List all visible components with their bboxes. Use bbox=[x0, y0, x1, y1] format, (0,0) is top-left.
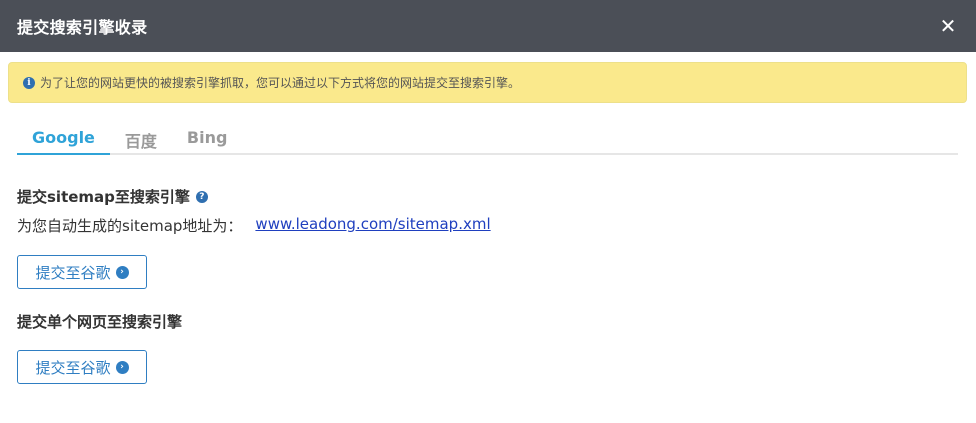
tab-bing[interactable]: Bing bbox=[172, 123, 243, 153]
notice-banner: i 为了让您的网站更快的被搜索引擎抓取，您可以通过以下方式将您的网站提交至搜索引… bbox=[8, 62, 967, 103]
dialog-header: 提交搜索引擎收录 ✕ bbox=[0, 0, 976, 52]
submit-sitemap-google-label: 提交至谷歌 bbox=[35, 263, 111, 282]
chevron-right-circle-icon: › bbox=[115, 265, 129, 279]
info-icon: i bbox=[23, 76, 35, 89]
tab-google[interactable]: Google bbox=[17, 123, 110, 155]
chevron-right-circle-icon: › bbox=[115, 360, 129, 374]
sitemap-description: 为您自动生成的sitemap地址为： www.leadong.com/sitem… bbox=[17, 215, 491, 236]
question-icon[interactable]: ? bbox=[195, 190, 208, 203]
submit-page-google-button[interactable]: 提交至谷歌 › bbox=[17, 350, 147, 384]
submit-page-google-label: 提交至谷歌 bbox=[35, 358, 111, 377]
sitemap-section-title-text: 提交sitemap至搜索引擎 bbox=[17, 188, 190, 206]
sitemap-url-link[interactable]: www.leadong.com/sitemap.xml bbox=[255, 215, 490, 236]
search-engine-tabs: Google 百度 Bing bbox=[17, 123, 958, 155]
tab-baidu[interactable]: 百度 bbox=[110, 123, 172, 153]
sitemap-desc-label: 为您自动生成的sitemap地址为： bbox=[17, 217, 243, 235]
submit-search-engine-dialog: 提交搜索引擎收录 ✕ i 为了让您的网站更快的被搜索引擎抓取，您可以通过以下方式… bbox=[0, 0, 976, 423]
single-page-section-title-text: 提交单个网页至搜索引擎 bbox=[17, 313, 183, 331]
sitemap-section-title: 提交sitemap至搜索引擎 ? bbox=[17, 186, 208, 207]
dialog-title: 提交搜索引擎收录 bbox=[17, 18, 148, 37]
notice-text: 为了让您的网站更快的被搜索引擎抓取，您可以通过以下方式将您的网站提交至搜索引擎。 bbox=[40, 76, 521, 90]
submit-sitemap-google-button[interactable]: 提交至谷歌 › bbox=[17, 255, 147, 289]
close-icon[interactable]: ✕ bbox=[937, 15, 959, 37]
single-page-section-title: 提交单个网页至搜索引擎 bbox=[17, 311, 182, 332]
